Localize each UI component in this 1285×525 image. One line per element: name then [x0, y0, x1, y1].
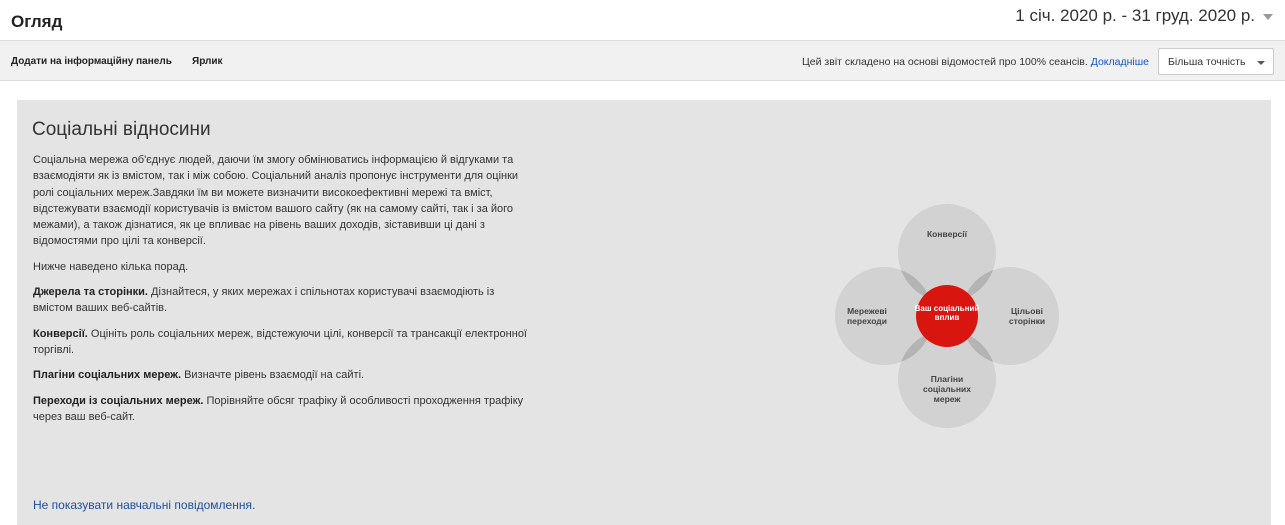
tip-text: Оцініть роль соціальних мереж, відстежую… — [33, 327, 527, 356]
tip-item: Переходи із соціальних мереж. Порівняйте… — [33, 393, 529, 426]
accuracy-dropdown[interactable]: Більша точність — [1158, 48, 1274, 75]
label-network-referrals: Мережеві переходи — [847, 306, 887, 326]
panel-title: Соціальні відносини — [32, 119, 211, 140]
date-range-picker[interactable]: 1 січ. 2020 р. - 31 груд. 2020 р. — [1015, 6, 1255, 26]
intro-paragraph: Соціальна мережа об'єднує людей, даючи ї… — [33, 154, 519, 248]
tip-title: Плагіни соціальних мереж. — [33, 369, 182, 382]
page-title: Огляд — [11, 12, 63, 31]
panel-body: Соціальна мережа об'єднує людей, даючи ї… — [33, 152, 529, 434]
tip-item: Конверсії. Оцініть роль соціальних мереж… — [33, 326, 529, 359]
label-social-impact: Ваш соціальний вплив — [914, 304, 980, 322]
tip-title: Конверсії. — [33, 327, 88, 340]
intro-panel: Соціальні відносини Соціальна мережа об'… — [17, 100, 1271, 525]
tips-intro: Нижче наведено кілька порад. — [33, 260, 189, 273]
chevron-down-icon[interactable] — [1263, 14, 1273, 20]
sampling-note-text: Цей звіт складено на основі відомостей п… — [802, 56, 1088, 68]
page-header: Огляд 1 січ. 2020 р. - 31 груд. 2020 р. — [0, 0, 1285, 40]
shortcut-button[interactable]: Ярлик — [192, 56, 223, 67]
label-conversions: Конверсії — [926, 229, 968, 239]
caret-down-icon — [1257, 61, 1265, 65]
label-social-plugins: Плагіни соціальних мереж — [923, 374, 971, 404]
tip-title: Джерела та сторінки. — [33, 286, 148, 299]
add-to-dashboard-button[interactable]: Додати на інформаційну панель — [11, 56, 172, 67]
sampling-note: Цей звіт складено на основі відомостей п… — [802, 56, 1149, 68]
social-diagram: Конверсії Мережеві переходи Цільові стор… — [829, 196, 1065, 436]
tip-item: Плагіни соціальних мереж. Визначте рівен… — [33, 367, 529, 383]
report-toolbar: Додати на інформаційну панель Ярлик Цей … — [0, 40, 1285, 81]
tip-text: Визначте рівень взаємодії на сайті. — [181, 369, 365, 382]
accuracy-dropdown-label: Більша точність — [1168, 56, 1246, 68]
tip-item: Джерела та сторінки. Дізнайтеся, у яких … — [33, 284, 529, 317]
tip-title: Переходи із соціальних мереж. — [33, 394, 204, 407]
label-landing-pages: Цільові сторінки — [1008, 306, 1046, 326]
hide-tutorial-link[interactable]: Не показувати навчальні повідомлення. — [33, 498, 255, 512]
learn-more-link[interactable]: Докладніше — [1091, 56, 1149, 68]
